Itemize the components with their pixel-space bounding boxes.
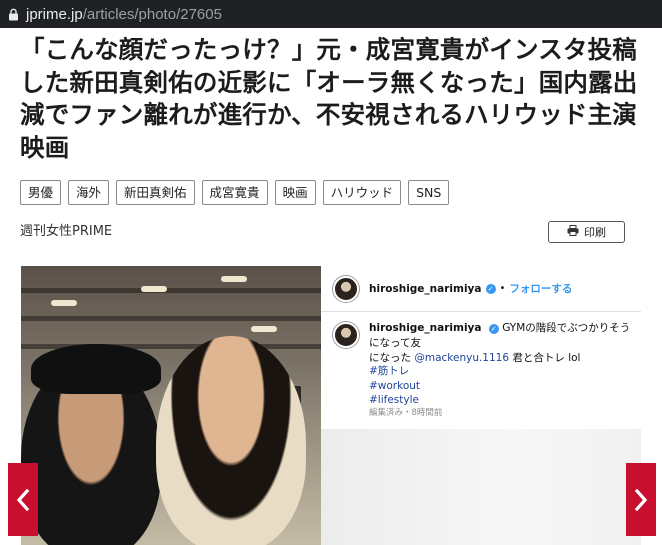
chevron-right-icon (634, 488, 648, 511)
instagram-post: hiroshige_narimiya ✓ • フォローする hiroshige_… (321, 266, 641, 545)
gym-selfie-image (21, 266, 321, 545)
tag-link[interactable]: 男優 (20, 180, 62, 205)
article-photo: hiroshige_narimiya ✓ • フォローする hiroshige_… (21, 266, 641, 545)
print-button[interactable]: 印刷 (548, 221, 625, 243)
tag-link[interactable]: 海外 (68, 180, 110, 205)
tag-link[interactable]: 成宮寛貴 (201, 180, 268, 205)
ceiling-light (51, 300, 77, 306)
chevron-left-icon (16, 488, 30, 511)
tag-link[interactable]: 映画 (274, 180, 316, 205)
next-photo-button[interactable] (626, 463, 656, 536)
edited-timestamp: 編集済み・8時間前 (369, 408, 443, 418)
verified-icon: ✓ (485, 283, 496, 294)
avatar[interactable] (333, 275, 359, 302)
print-icon (567, 225, 579, 239)
hashtag-list: #筋トレ #workout #lifestyle (369, 364, 420, 408)
url-path: /articles/photo/27605 (82, 5, 222, 23)
instagram-username[interactable]: hiroshige_narimiya (369, 283, 482, 295)
verified-icon: ✓ (488, 324, 499, 334)
ceiling-beam (21, 316, 321, 321)
follow-button[interactable]: フォローする (509, 281, 572, 296)
caption-text: 君と合トレ lol (509, 352, 581, 364)
avatar[interactable] (333, 322, 359, 348)
separator-dot: • (499, 283, 506, 294)
tag-list: 男優 海外 新田真剣佑 成宮寛貴 映画 ハリウッド SNS (20, 180, 450, 205)
instagram-caption-row: hiroshige_narimiya ✓ GYMの階段でぶつかりそうになって友 … (333, 321, 638, 366)
caption-username[interactable]: hiroshige_narimiya (369, 322, 482, 334)
ceiling-light (221, 276, 247, 282)
previous-photo-button[interactable] (8, 463, 38, 536)
tag-link[interactable]: 新田真剣佑 (116, 180, 195, 205)
hashtag-link[interactable]: #筋トレ (369, 364, 420, 379)
lock-icon[interactable] (0, 0, 26, 28)
print-label: 印刷 (584, 227, 606, 239)
tag-link[interactable]: ハリウッド (322, 180, 402, 205)
tag-link[interactable]: SNS (408, 180, 450, 205)
article-source: 週刊女性PRIME (20, 224, 113, 239)
url-host: jprime.jp (26, 5, 83, 23)
hashtag-link[interactable]: #workout (369, 379, 420, 394)
ceiling-light (251, 326, 277, 332)
instagram-caption: hiroshige_narimiya ✓ GYMの階段でぶつかりそうになって友 … (369, 321, 638, 366)
caption-mention[interactable]: @mackenyu.1116 (414, 352, 509, 364)
caption-text: になった (369, 352, 415, 364)
article-headline: 「こんな顔だったっけ？」元・成宮寛貴がインスタ投稿した新田真剣佑の近影に「オーラ… (20, 35, 638, 162)
black-cap (31, 344, 161, 394)
ceiling-beam (21, 288, 321, 293)
ceiling-light (141, 286, 167, 292)
browser-url-bar[interactable]: jprime.jp/articles/photo/27605 (0, 0, 662, 28)
instagram-comments-area (321, 429, 641, 545)
instagram-header: hiroshige_narimiya ✓ • フォローする (321, 266, 641, 312)
url-text[interactable]: jprime.jp/articles/photo/27605 (26, 6, 222, 23)
person-right (156, 336, 306, 545)
